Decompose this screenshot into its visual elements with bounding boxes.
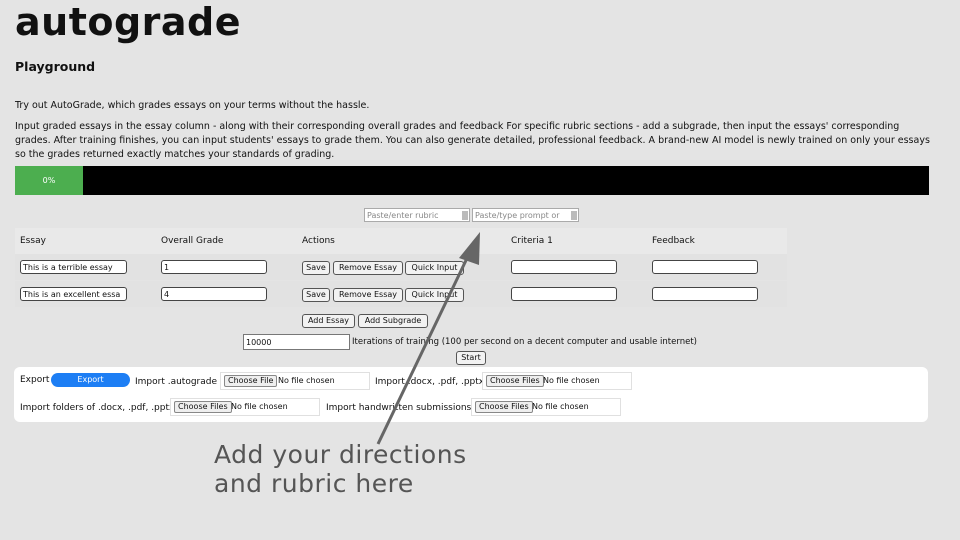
annotation-arrow-icon bbox=[376, 232, 480, 445]
annotation-callout: Add your directions and rubric here bbox=[214, 440, 467, 498]
annotation-line-2: and rubric here bbox=[214, 469, 414, 498]
annotation-line-1: Add your directions bbox=[214, 440, 467, 469]
